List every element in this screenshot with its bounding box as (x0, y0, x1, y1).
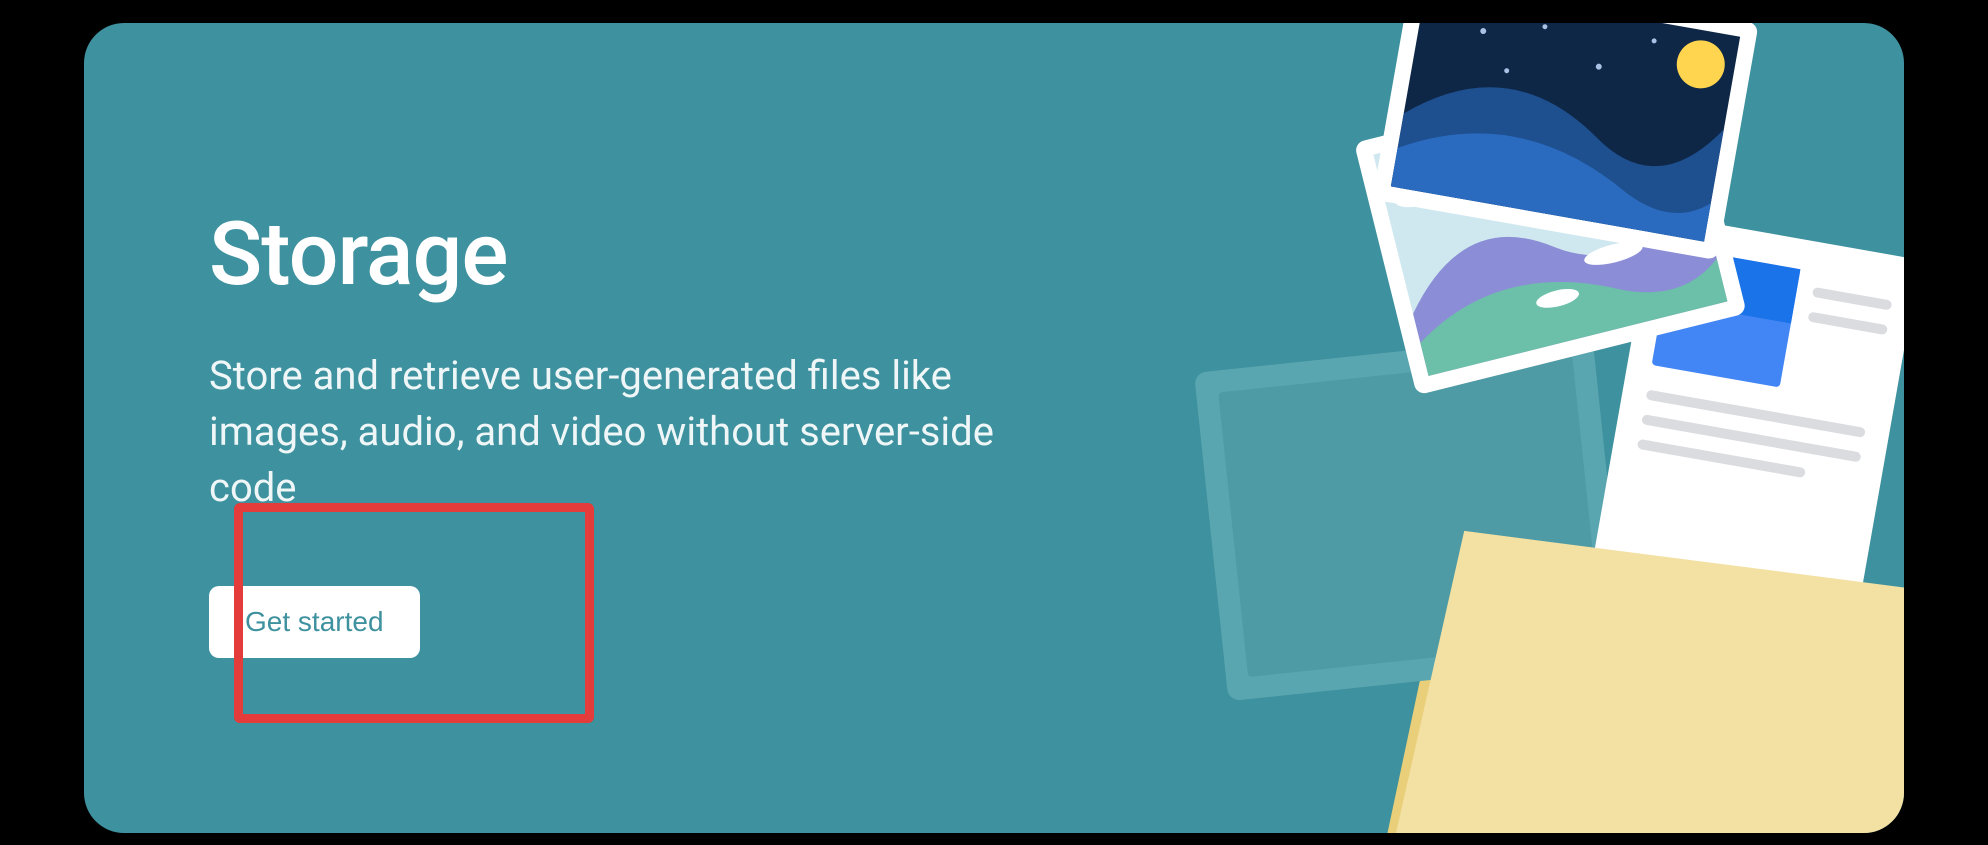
hero-title: Storage (209, 203, 1029, 306)
hero-description: Store and retrieve user-generated files … (209, 348, 1029, 516)
hero-content: Storage Store and retrieve user-generate… (209, 203, 1029, 658)
storage-hero-card: Storage Store and retrieve user-generate… (84, 23, 1904, 833)
cta-wrap: Get started (209, 586, 420, 658)
storage-illustration (1124, 23, 1904, 833)
get-started-button[interactable]: Get started (209, 586, 420, 658)
